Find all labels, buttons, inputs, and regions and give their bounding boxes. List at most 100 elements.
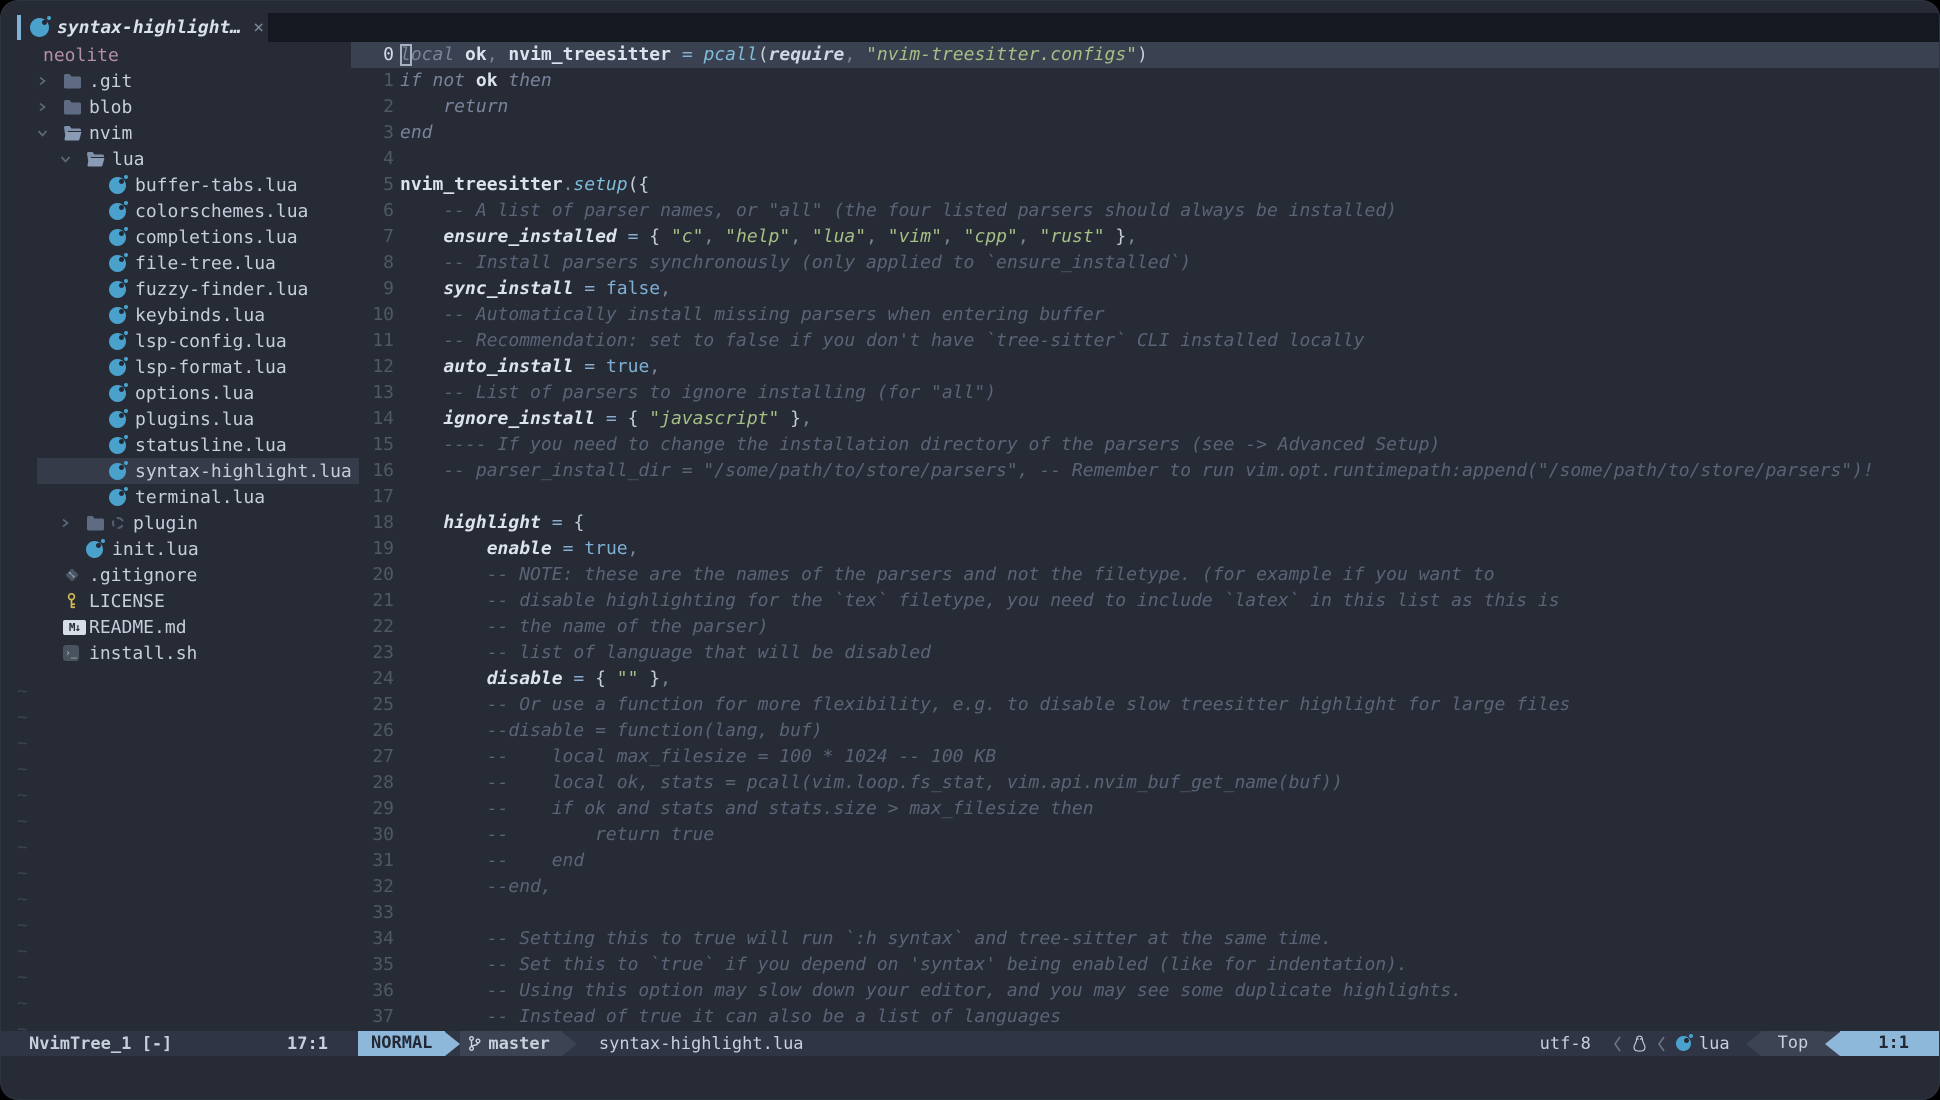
code-text: -- Automatically install missing parsers… <box>400 302 1104 328</box>
tab-close-icon[interactable]: × <box>253 17 264 38</box>
code-line-22[interactable]: 22 -- the name of the parser) <box>351 614 1939 640</box>
tree-item-statusline-lua[interactable]: statusline.lua <box>37 432 359 458</box>
code-line-24[interactable]: 24 disable = { "" }, <box>351 666 1939 692</box>
code-line-19[interactable]: 19 enable = true, <box>351 536 1939 562</box>
tree-item-install-sh[interactable]: ›_install.sh <box>37 640 359 666</box>
code-line-30[interactable]: 30 -- return true <box>351 822 1939 848</box>
lua-icon <box>109 437 135 454</box>
tree-item-lsp-config-lua[interactable]: lsp-config.lua <box>37 328 359 354</box>
code-line-5[interactable]: 5nvim_treesitter.setup({ <box>351 172 1939 198</box>
tree-item-label: .gitignore <box>89 565 197 586</box>
editor-buffer: 0local ok, nvim_treesitter = pcall(requi… <box>351 42 1939 1031</box>
code-line-35[interactable]: 35 -- Set this to `true` if you depend o… <box>351 952 1939 978</box>
folder-open-icon <box>86 151 112 167</box>
code-line-28[interactable]: 28 -- local ok, stats = pcall(vim.loop.f… <box>351 770 1939 796</box>
tab-title: syntax-highlight… <box>57 17 241 38</box>
tree-item-completions-lua[interactable]: completions.lua <box>37 224 359 250</box>
code-line-32[interactable]: 32 --end, <box>351 874 1939 900</box>
tree-item-lsp-format-lua[interactable]: lsp-format.lua <box>37 354 359 380</box>
folder-closed-icon <box>86 515 112 531</box>
tree-item-syntax-highlight-lua[interactable]: syntax-highlight.lua <box>37 458 359 484</box>
line-number: 20 <box>351 562 394 588</box>
code-line-4[interactable]: 4 <box>351 146 1939 172</box>
code-line-29[interactable]: 29 -- if ok and stats and stats.size > m… <box>351 796 1939 822</box>
tree-item-plugin[interactable]: plugin <box>37 510 359 536</box>
scroll-position: Top <box>1761 1031 1826 1056</box>
code-line-9[interactable]: 9 sync_install = false, <box>351 276 1939 302</box>
code-text: ensure_installed = { "c", "help", "lua",… <box>400 224 1137 250</box>
code-line-31[interactable]: 31 -- end <box>351 848 1939 874</box>
chevron-right-icon[interactable] <box>37 102 63 112</box>
tree-item--git[interactable]: .git <box>37 68 359 94</box>
line-number: 22 <box>351 614 394 640</box>
tree-item-lua[interactable]: lua <box>37 146 359 172</box>
code-line-15[interactable]: 15 ---- If you need to change the instal… <box>351 432 1939 458</box>
code-line-36[interactable]: 36 -- Using this option may slow down yo… <box>351 978 1939 1004</box>
code-line-3[interactable]: 3end <box>351 120 1939 146</box>
code-line-2[interactable]: 2 return <box>351 94 1939 120</box>
code-line-10[interactable]: 10 -- Automatically install missing pars… <box>351 302 1939 328</box>
tree-item--gitignore[interactable]: .gitignore <box>37 562 359 588</box>
code-line-27[interactable]: 27 -- local max_filesize = 100 * 1024 --… <box>351 744 1939 770</box>
lua-icon <box>109 359 135 376</box>
statusline: NvimTree_1 [-] 17:1 NORMAL master syntax… <box>1 1031 1939 1056</box>
code-line-0[interactable]: 0local ok, nvim_treesitter = pcall(requi… <box>351 42 1939 68</box>
code-line-25[interactable]: 25 -- Or use a function for more flexibi… <box>351 692 1939 718</box>
tree-item-label: buffer-tabs.lua <box>135 175 298 196</box>
code-line-7[interactable]: 7 ensure_installed = { "c", "help", "lua… <box>351 224 1939 250</box>
tree-item-keybinds-lua[interactable]: keybinds.lua <box>37 302 359 328</box>
tree-item-label: terminal.lua <box>135 487 265 508</box>
tree-item-buffer-tabs-lua[interactable]: buffer-tabs.lua <box>37 172 359 198</box>
thin-chevron-separator <box>1657 1036 1666 1052</box>
tree-item-terminal-lua[interactable]: terminal.lua <box>37 484 359 510</box>
chevron-down-icon[interactable] <box>37 128 63 138</box>
folder-closed-icon <box>63 99 89 115</box>
lua-icon <box>109 333 135 350</box>
lua-icon <box>109 411 135 428</box>
code-line-6[interactable]: 6 -- A list of parser names, or "all" (t… <box>351 198 1939 224</box>
tabline-fill <box>268 13 1939 42</box>
powerline-separator <box>445 1032 460 1056</box>
code-line-14[interactable]: 14 ignore_install = { "javascript" }, <box>351 406 1939 432</box>
code-line-18[interactable]: 18 highlight = { <box>351 510 1939 536</box>
tree-item-options-lua[interactable]: options.lua <box>37 380 359 406</box>
code-line-11[interactable]: 11 -- Recommendation: set to false if yo… <box>351 328 1939 354</box>
tree-item-fuzzy-finder-lua[interactable]: fuzzy-finder.lua <box>37 276 359 302</box>
tree-root-label[interactable]: neolite <box>43 42 359 68</box>
code-line-26[interactable]: 26 --disable = function(lang, buf) <box>351 718 1939 744</box>
code-text: sync_install = false, <box>400 276 671 302</box>
line-number: 37 <box>351 1004 394 1030</box>
tree-item-blob[interactable]: blob <box>37 94 359 120</box>
code-line-17[interactable]: 17 <box>351 484 1939 510</box>
tree-item-label: file-tree.lua <box>135 253 276 274</box>
tree-item-license[interactable]: LICENSE <box>37 588 359 614</box>
code-line-12[interactable]: 12 auto_install = true, <box>351 354 1939 380</box>
tab-syntax-highlight[interactable]: syntax-highlight… × <box>17 13 268 42</box>
code-line-33[interactable]: 33 <box>351 900 1939 926</box>
nvimtree-statusline: NvimTree_1 [-] 17:1 <box>1 1034 358 1054</box>
tree-item-readme-md[interactable]: M↓README.md <box>37 614 359 640</box>
code-line-1[interactable]: 1if not ok then <box>351 68 1939 94</box>
tree-item-label: README.md <box>89 617 187 638</box>
tree-item-init-lua[interactable]: init.lua <box>37 536 359 562</box>
tree-item-file-tree-lua[interactable]: file-tree.lua <box>37 250 359 276</box>
code-line-16[interactable]: 16 -- parser_install_dir = "/some/path/t… <box>351 458 1939 484</box>
tree-item-colorschemes-lua[interactable]: colorschemes.lua <box>37 198 359 224</box>
code-text: -- if ok and stats and stats.size > max_… <box>400 796 1094 822</box>
code-line-20[interactable]: 20 -- NOTE: these are the names of the p… <box>351 562 1939 588</box>
code-text: nvim_treesitter.setup({ <box>400 172 649 198</box>
line-number: 13 <box>351 380 394 406</box>
code-line-8[interactable]: 8 -- Install parsers synchronously (only… <box>351 250 1939 276</box>
code-text: --disable = function(lang, buf) <box>400 718 823 744</box>
chevron-right-icon[interactable] <box>60 518 86 528</box>
code-line-21[interactable]: 21 -- disable highlighting for the `tex`… <box>351 588 1939 614</box>
tree-item-plugins-lua[interactable]: plugins.lua <box>37 406 359 432</box>
chevron-down-icon[interactable] <box>60 154 86 164</box>
code-line-34[interactable]: 34 -- Setting this to true will run `:h … <box>351 926 1939 952</box>
chevron-right-icon[interactable] <box>37 76 63 86</box>
neovim-window: syntax-highlight… × neolite .gitblobnvim… <box>0 0 1940 1100</box>
code-line-37[interactable]: 37 -- Instead of true it can also be a l… <box>351 1004 1939 1030</box>
tree-item-nvim[interactable]: nvim <box>37 120 359 146</box>
code-line-13[interactable]: 13 -- List of parsers to ignore installi… <box>351 380 1939 406</box>
code-line-23[interactable]: 23 -- list of language that will be disa… <box>351 640 1939 666</box>
